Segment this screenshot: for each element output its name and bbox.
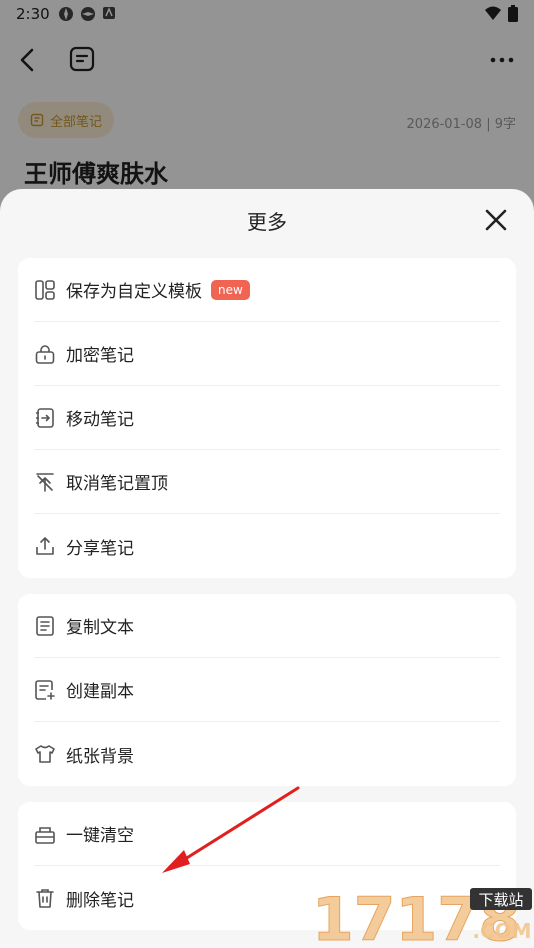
item-label: 一键清空 xyxy=(66,826,134,846)
paper-background-icon xyxy=(35,745,55,763)
sheet-title: 更多 xyxy=(247,210,287,234)
item-label: 纸张背景 xyxy=(66,746,134,767)
item-label: 创建副本 xyxy=(66,682,134,702)
clear-icon xyxy=(35,826,55,844)
share-note-item[interactable]: 分享笔记 xyxy=(34,514,500,578)
item-label: 移动笔记 xyxy=(66,410,134,430)
duplicate-icon xyxy=(35,679,55,700)
item-label: 加密笔记 xyxy=(66,346,134,366)
watermark-domain: .COM xyxy=(472,919,531,943)
item-label: 分享笔记 xyxy=(66,538,134,559)
copy-text-item[interactable]: 复制文本 xyxy=(34,594,500,658)
unpin-note-item[interactable]: 取消笔记置顶 xyxy=(34,450,500,514)
save-as-template-item[interactable]: 保存为自定义模板 new xyxy=(34,258,500,322)
encrypt-note-item[interactable]: 加密笔记 xyxy=(34,322,500,386)
unpin-icon xyxy=(36,472,54,492)
options-group-note: 保存为自定义模板 new 加密笔记 移动笔记 取消笔记置顶 分享笔记 xyxy=(18,258,516,578)
new-badge: new xyxy=(211,279,250,300)
item-label: 取消笔记置顶 xyxy=(66,474,168,494)
options-group-content: 复制文本 创建副本 纸张背景 xyxy=(18,594,516,786)
watermark-tag: 下载站 xyxy=(478,891,523,909)
paper-background-item[interactable]: 纸张背景 xyxy=(34,722,500,786)
item-label: 删除笔记 xyxy=(66,890,134,911)
close-icon[interactable] xyxy=(484,208,508,232)
share-icon xyxy=(36,537,54,555)
item-label: 复制文本 xyxy=(66,618,134,638)
move-icon xyxy=(36,407,54,428)
lock-icon xyxy=(35,344,55,364)
move-note-item[interactable]: 移动笔记 xyxy=(34,386,500,450)
copy-text-icon xyxy=(36,615,54,636)
site-watermark-logo: 17178 下载站 .COM xyxy=(312,885,532,948)
template-icon xyxy=(35,279,55,300)
duplicate-item[interactable]: 创建副本 xyxy=(34,658,500,722)
annotation-arrow-icon xyxy=(162,786,300,873)
trash-icon xyxy=(36,889,54,908)
item-label: 保存为自定义模板 xyxy=(66,282,202,302)
